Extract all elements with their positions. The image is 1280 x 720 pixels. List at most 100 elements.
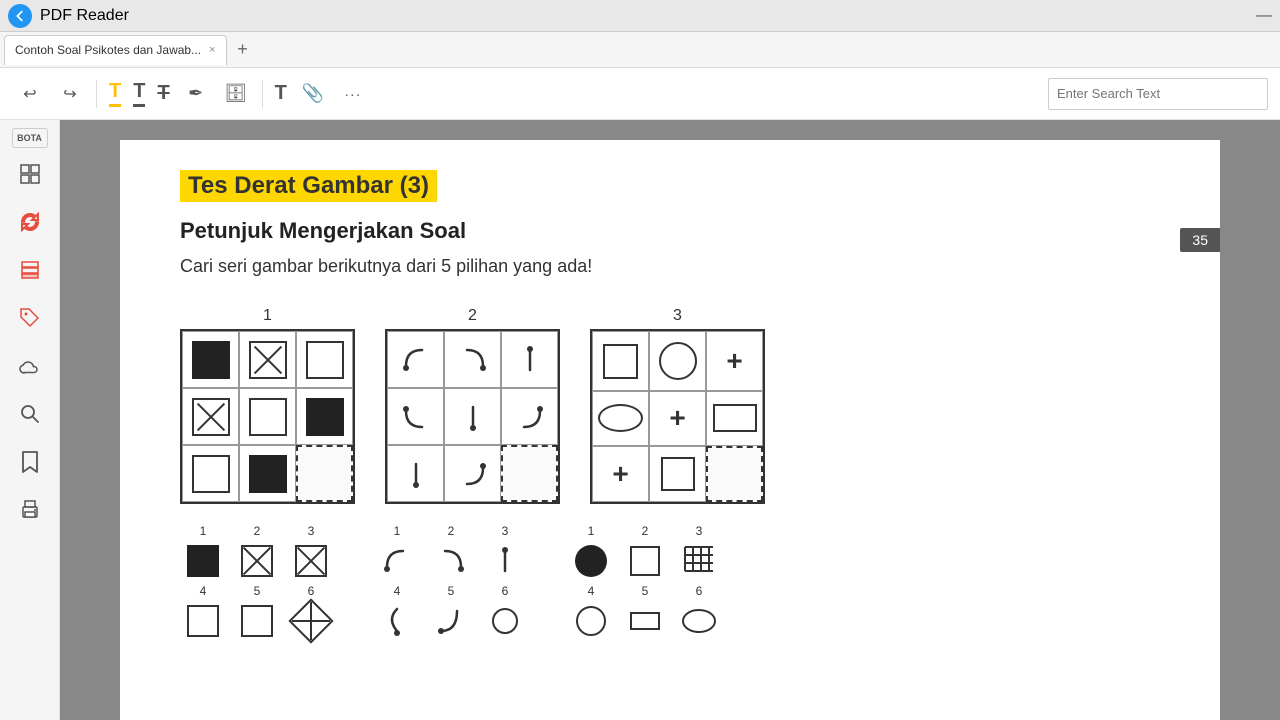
tab-close-button[interactable]: × — [209, 44, 215, 56]
pdf-content-area[interactable]: 35 Tes Derat Gambar (3) Petunjuk Mengerj… — [60, 120, 1280, 720]
pdf-page: 35 Tes Derat Gambar (3) Petunjuk Mengerj… — [120, 140, 1220, 720]
puzzle-3-cell-2 — [649, 331, 706, 391]
toolbar: ↩ ↪ T T T ✒ 🗄 T 📎 ··· — [0, 68, 1280, 120]
puzzle-1-number: 1 — [263, 307, 272, 325]
puzzle-3-cell-9 — [706, 446, 763, 502]
answers-section: 1 2 3 4 — [180, 524, 1160, 644]
sidebar-item-print[interactable] — [8, 488, 52, 532]
grid-icon — [19, 163, 41, 185]
puzzle-1-cell-1 — [182, 331, 239, 388]
puzzle-2-number: 2 — [468, 307, 477, 325]
puzzle-1-cell-5 — [239, 388, 296, 445]
tab-label: Contoh Soal Psikotes dan Jawab... — [15, 43, 201, 57]
underline-icon: T — [133, 80, 145, 103]
redo-button[interactable]: ↪ — [52, 76, 88, 112]
section-title: Tes Derat Gambar (3) — [180, 170, 437, 202]
puzzle-3-cell-1 — [592, 331, 649, 391]
ans-1-5: 5 — [234, 584, 280, 644]
answer-set-1: 1 2 3 4 — [180, 524, 334, 644]
puzzle-3: 3 + + + — [590, 307, 765, 504]
puzzle-1-cell-6 — [296, 388, 353, 445]
answer-row-3-bot: 4 5 6 — [568, 584, 722, 644]
undo-button[interactable]: ↩ — [12, 76, 48, 112]
ans-3-6: 6 — [676, 584, 722, 644]
answer-row-3-top: 1 2 3 — [568, 524, 722, 584]
tags-icon — [18, 306, 42, 330]
app-title: PDF Reader — [40, 7, 129, 25]
stamp-button[interactable]: 🗄 — [218, 76, 254, 112]
ans-1-1: 1 — [180, 524, 226, 584]
sidebar-item-search[interactable] — [8, 392, 52, 436]
title-bar-left: PDF Reader — [8, 4, 129, 28]
ans-3-5: 5 — [622, 584, 668, 644]
sync-icon — [18, 210, 42, 234]
description: Cari seri gambar berikutnya dari 5 pilih… — [180, 256, 1160, 277]
puzzle-1-cell-7 — [182, 445, 239, 502]
ans-1-4: 4 — [180, 584, 226, 644]
puzzle-3-cell-3: + — [706, 331, 763, 391]
title-bar-controls: — — [1256, 7, 1272, 25]
search-input[interactable] — [1057, 86, 1259, 101]
text-strikethrough-button[interactable]: T — [153, 76, 173, 112]
sidebar-item-bookmark[interactable] — [8, 440, 52, 484]
tab-pdf[interactable]: Contoh Soal Psikotes dan Jawab... × — [4, 35, 227, 65]
ans-2-3: 3 — [482, 524, 528, 584]
answer-row-1-top: 1 2 3 — [180, 524, 334, 584]
sidebar-item-tags[interactable] — [8, 296, 52, 340]
sidebar: BOTA — [0, 120, 60, 720]
search-box[interactable] — [1048, 78, 1268, 110]
puzzle-3-cell-4 — [592, 391, 649, 445]
ans-2-5: 5 — [428, 584, 474, 644]
ans-1-3: 3 — [288, 524, 334, 584]
sidebar-item-cloud[interactable] — [8, 344, 52, 388]
signature-button[interactable]: ✒ — [178, 76, 214, 112]
puzzle-1-cell-9 — [296, 445, 353, 502]
puzzle-3-number: 3 — [673, 307, 682, 325]
puzzle-2-cell-2 — [444, 331, 501, 388]
puzzle-1-cell-3 — [296, 331, 353, 388]
answer-set-2: 1 2 3 — [374, 524, 528, 644]
puzzle-1-grid — [180, 329, 355, 504]
more-button[interactable]: ··· — [335, 76, 371, 112]
puzzle-2: 2 — [385, 307, 560, 504]
more-icon: ··· — [344, 86, 361, 102]
puzzle-3-cell-8 — [649, 446, 706, 502]
add-text-button[interactable]: T — [271, 76, 291, 112]
puzzles-row: 1 — [180, 307, 1160, 504]
puzzle-3-grid: + + + — [590, 329, 765, 504]
puzzle-2-grid — [385, 329, 560, 504]
back-button[interactable] — [8, 4, 32, 28]
answer-set-3: 1 2 3 — [568, 524, 722, 644]
ans-3-1: 1 — [568, 524, 614, 584]
puzzle-2-cell-7 — [387, 445, 444, 502]
page-indicator: 35 — [1180, 228, 1220, 252]
sidebar-item-sync[interactable] — [8, 200, 52, 244]
stamp-icon: 🗄 — [224, 83, 247, 104]
separator-1 — [96, 80, 97, 108]
puzzle-1-cell-2 — [239, 331, 296, 388]
answer-row-1-bot: 4 5 6 — [180, 584, 334, 644]
ans-3-4: 4 — [568, 584, 614, 644]
bookmark-icon — [20, 450, 40, 474]
puzzle-1: 1 — [180, 307, 355, 504]
puzzle-3-cell-5: + — [649, 391, 706, 445]
ans-3-2: 2 — [622, 524, 668, 584]
sidebar-item-grid[interactable] — [8, 152, 52, 196]
ans-2-1: 1 — [374, 524, 420, 584]
ans-2-2: 2 — [428, 524, 474, 584]
sidebar-item-layers[interactable] — [8, 248, 52, 292]
puzzle-2-cell-5 — [444, 388, 501, 445]
new-tab-button[interactable]: + — [231, 38, 255, 62]
sidebar-item-bota[interactable]: BOTA — [12, 128, 48, 148]
text-underline-button[interactable]: T — [129, 76, 149, 112]
attachment-button[interactable]: 📎 — [295, 76, 331, 112]
answer-row-2-bot: 4 5 6 — [374, 584, 528, 644]
minimize-button[interactable]: — — [1256, 7, 1272, 24]
tab-bar: Contoh Soal Psikotes dan Jawab... × + — [0, 32, 1280, 68]
ans-2-6: 6 — [482, 584, 528, 644]
undo-icon: ↩ — [23, 84, 36, 104]
ans-1-2: 2 — [234, 524, 280, 584]
separator-2 — [262, 80, 263, 108]
text-highlight-button[interactable]: T — [105, 76, 125, 112]
print-icon — [19, 499, 41, 521]
